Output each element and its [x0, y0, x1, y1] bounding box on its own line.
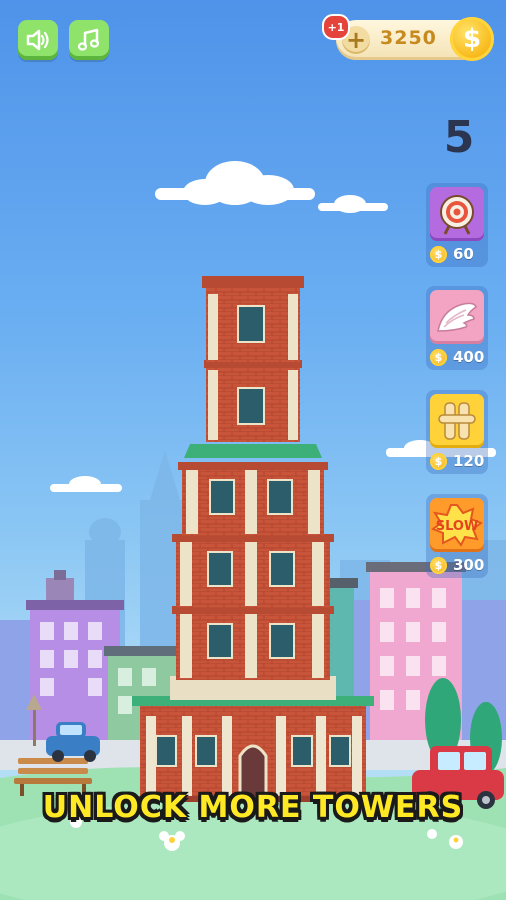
coin-icon: $	[430, 452, 447, 470]
shop-item-slow[interactable]: SLOW $300	[426, 494, 488, 578]
slow-label: SLOW	[436, 519, 479, 534]
wings-icon	[430, 290, 484, 344]
tower-floor	[178, 444, 328, 536]
tower-floor	[170, 606, 336, 700]
archery-target-icon	[430, 187, 484, 241]
tower-floor	[204, 360, 302, 442]
price-label: 60	[453, 245, 474, 263]
coin-bonus-badge: +1	[322, 14, 350, 40]
tower-floor-top	[202, 276, 304, 362]
shop-item-target[interactable]: $60	[426, 183, 488, 267]
coin-counter: + 3250 $	[336, 17, 494, 61]
price-label: 400	[453, 348, 485, 366]
dollar-coin-icon: $	[450, 17, 494, 61]
music-note-icon	[77, 28, 100, 51]
coin-icon: $	[430, 556, 447, 574]
pillars-icon	[430, 394, 484, 448]
coin-icon: $	[430, 245, 447, 263]
coin-count: 3250	[380, 27, 437, 49]
slow-badge-icon: SLOW	[430, 498, 484, 552]
shop-item-wings[interactable]: $400	[426, 286, 488, 370]
speaker-icon	[26, 29, 49, 51]
music-button[interactable]	[69, 20, 109, 60]
tower-floor	[172, 534, 334, 608]
coin-icon: $	[430, 348, 447, 366]
game-scene: + 3250 $ +1 5 $60 $400 $ 120 SLOW $ 300 …	[0, 0, 506, 900]
price-label: 300	[453, 556, 485, 574]
sound-button[interactable]	[18, 20, 58, 60]
unlock-banner: UNLOCK MORE TOWERS	[42, 790, 464, 825]
price-label: 120	[453, 452, 485, 470]
shop-item-columns[interactable]: $120	[426, 390, 488, 474]
level-number: 5	[443, 112, 475, 163]
